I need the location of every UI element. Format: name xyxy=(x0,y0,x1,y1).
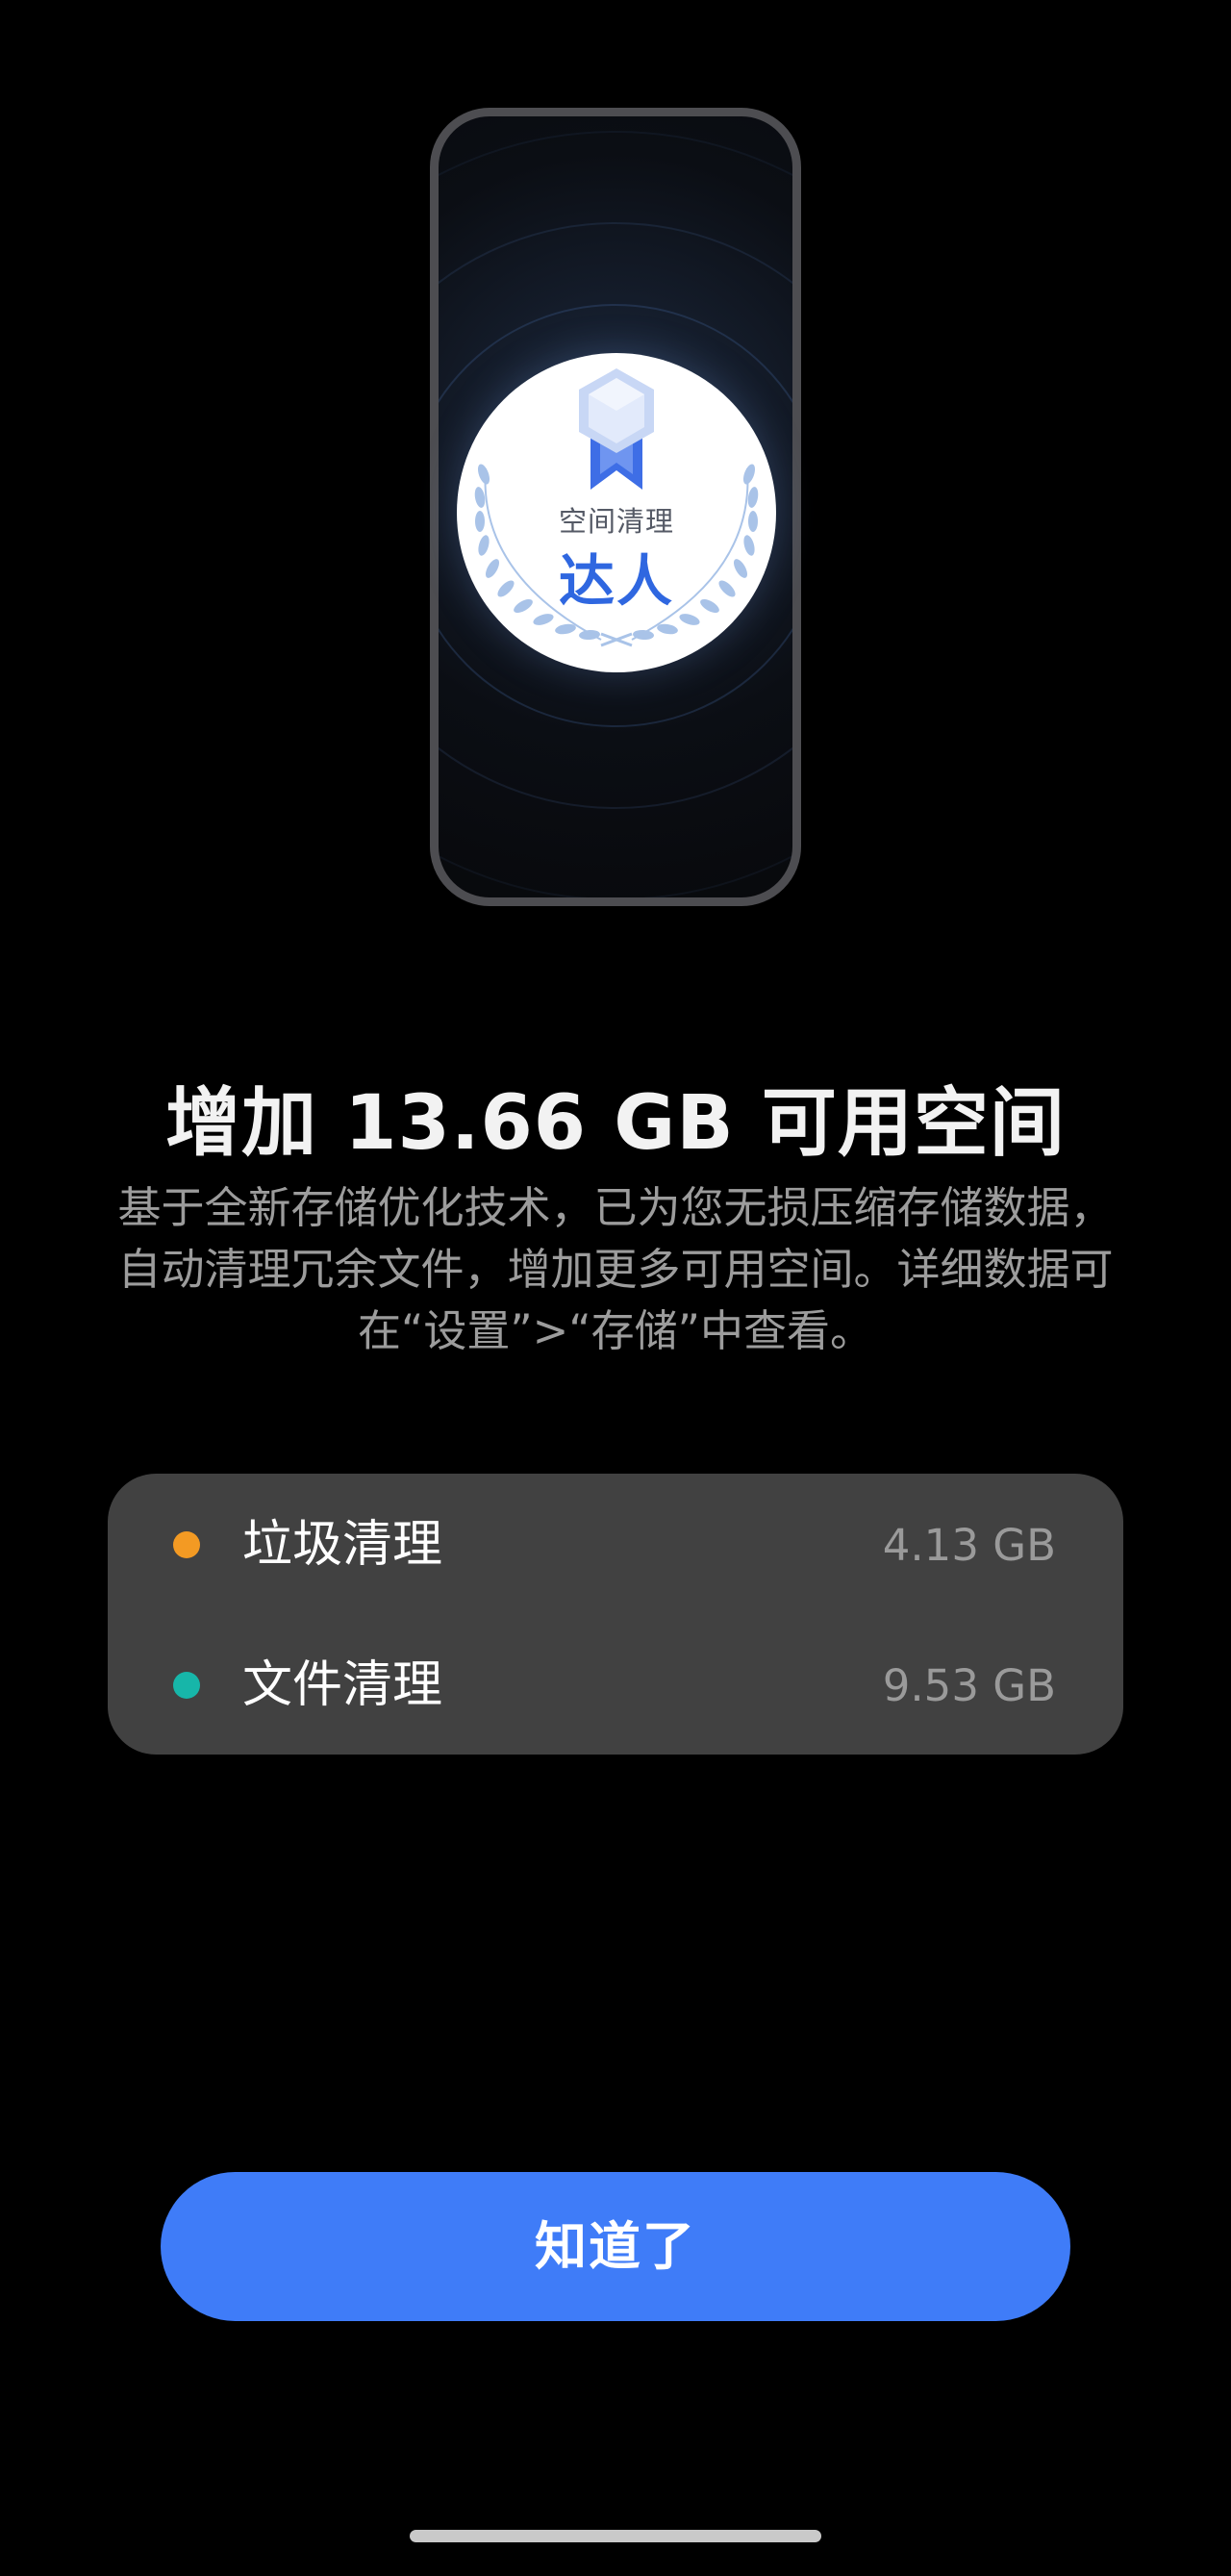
stat-label: 文件清理 xyxy=(242,1656,443,1714)
cleanup-stats-card: 垃圾清理 4.13 GB 文件清理 9.53 GB xyxy=(108,1474,1123,1755)
achievement-badge: 空间清理 达人 xyxy=(457,353,776,672)
medal-ribbon-icon xyxy=(579,368,654,490)
headline: 增加 13.66 GB 可用空间 xyxy=(165,1080,1066,1167)
badge-main-text: 达人 xyxy=(558,548,674,614)
orange-dot-icon xyxy=(173,1531,200,1558)
stat-value: 9.53 GB xyxy=(882,1660,1056,1711)
stat-row-file-cleanup: 文件清理 9.53 GB xyxy=(108,1637,1123,1733)
stat-value: 4.13 GB xyxy=(882,1520,1056,1571)
stat-row-junk-cleanup: 垃圾清理 4.13 GB xyxy=(108,1497,1123,1593)
home-indicator[interactable] xyxy=(410,2530,821,2542)
teal-dot-icon xyxy=(173,1672,200,1699)
badge-title: 空间清理 xyxy=(558,505,674,538)
stat-label: 垃圾清理 xyxy=(242,1516,443,1574)
confirm-button[interactable]: 知道了 xyxy=(161,2172,1070,2321)
description: 基于全新存储优化技术，已为您无损压缩存储数据，自动清理冗余文件，增加更多可用空间… xyxy=(117,1182,1114,1356)
